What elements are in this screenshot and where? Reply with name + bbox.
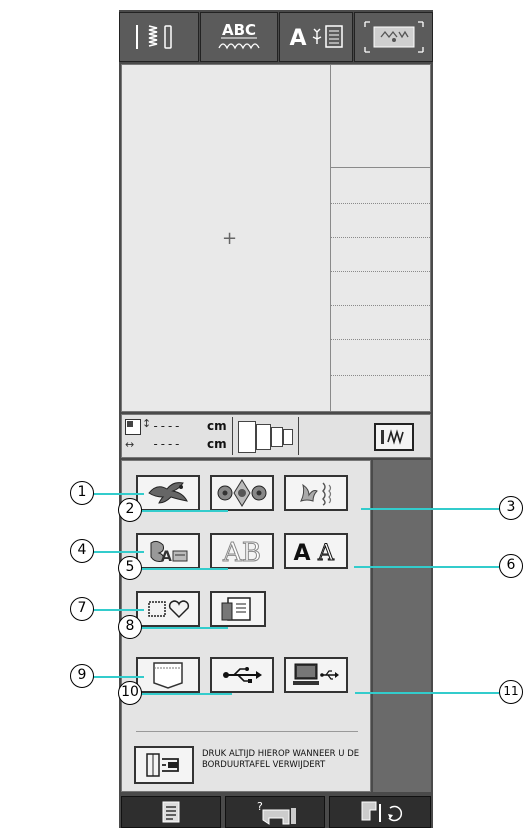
svg-text:A: A xyxy=(161,549,172,565)
embroidery-card-button[interactable] xyxy=(210,591,266,627)
callout-8: 8 xyxy=(118,615,142,639)
embroidery-preview-area: + xyxy=(121,64,431,412)
alphabet-bold-a: A xyxy=(293,541,310,566)
width-arrow-icon: ↔ xyxy=(125,438,135,451)
callout-line xyxy=(361,508,499,510)
pattern-size-bar: ↕ ↔ ---- cm ---- cm xyxy=(121,414,431,458)
callout-11: 11 xyxy=(499,680,523,704)
letter-a-label: A xyxy=(289,26,306,51)
flower-design-icon xyxy=(300,482,332,506)
alphabet-outline-a: A xyxy=(317,541,335,566)
width-unit: cm xyxy=(207,437,227,451)
callout-6: 6 xyxy=(499,554,523,578)
sewing-mode-button[interactable] xyxy=(374,423,414,451)
settings-list-icon xyxy=(162,801,180,823)
divider xyxy=(136,731,358,732)
remove-embroidery-unit-button[interactable] xyxy=(134,746,194,784)
hoop-size-icon xyxy=(238,421,256,453)
callout-3: 3 xyxy=(499,496,523,520)
info-divider xyxy=(331,375,430,376)
presser-foot-icon xyxy=(361,801,403,822)
callout-2: 2 xyxy=(118,498,142,522)
tab-embroidery[interactable] xyxy=(354,12,433,62)
computer-usb-button[interactable] xyxy=(284,657,348,693)
height-unit: cm xyxy=(207,419,227,433)
embroidery-unit-icon xyxy=(146,753,179,777)
machine-lcd-screen: ABC A + ↕ ↔ ---- cm ---- cm A AB A A DRU… xyxy=(119,10,433,828)
ab-label: AB xyxy=(222,538,261,566)
floral-alphabet-button[interactable] xyxy=(210,475,274,511)
preview-canvas: + xyxy=(122,65,331,411)
info-divider xyxy=(331,237,430,238)
bird-embroidery-icon xyxy=(148,482,188,504)
tab-character-decorative[interactable]: ABC xyxy=(200,12,278,62)
callout-line xyxy=(93,551,144,553)
stitch-pattern-icon xyxy=(136,25,172,49)
letter-embroidery-icon: A xyxy=(289,25,343,51)
alphabet-characters-button[interactable]: A A xyxy=(284,533,348,569)
help-button[interactable]: ? xyxy=(225,796,325,828)
callout-line xyxy=(140,693,232,695)
info-divider xyxy=(331,339,430,340)
callout-10: 10 xyxy=(118,681,142,705)
callout-line xyxy=(140,627,228,629)
machine-memory-button[interactable] xyxy=(136,657,200,693)
callout-7: 7 xyxy=(70,597,94,621)
callout-line xyxy=(140,510,228,512)
divider xyxy=(232,417,233,455)
info-divider xyxy=(331,167,430,168)
floral-pattern-icon xyxy=(217,479,267,507)
outline-letters-icon: AB xyxy=(222,538,262,567)
usb-icon xyxy=(223,667,262,683)
brother-exclusive-button[interactable]: A xyxy=(136,533,200,569)
callout-9: 9 xyxy=(70,664,94,688)
alphabet-icon: A A xyxy=(293,541,335,567)
pattern-size-icon xyxy=(125,419,141,435)
frame-patterns-button[interactable] xyxy=(136,591,200,627)
abc-character-icon: ABC xyxy=(218,21,260,50)
callout-line xyxy=(140,568,228,570)
info-divider xyxy=(331,271,430,272)
outline-alphabet-button[interactable]: AB xyxy=(210,533,274,569)
width-value: ---- xyxy=(152,437,181,451)
hoop-size-icon xyxy=(271,427,283,447)
preview-info-list xyxy=(331,65,430,411)
callout-4: 4 xyxy=(70,539,94,563)
hoop-size-icon xyxy=(256,424,271,450)
height-arrow-icon: ↕ xyxy=(142,417,152,430)
tab-embroidery-letters[interactable]: A xyxy=(279,12,353,62)
divider xyxy=(298,417,299,455)
hoop-size-icon xyxy=(283,429,293,445)
help-machine-icon: ? xyxy=(257,800,296,825)
presser-foot-button[interactable] xyxy=(329,796,431,828)
frame-heart-icon xyxy=(148,600,190,619)
callout-line xyxy=(93,493,144,495)
computer-usb-icon xyxy=(293,663,339,685)
callout-5: 5 xyxy=(118,556,142,580)
character-designs-button[interactable] xyxy=(284,475,348,511)
info-divider xyxy=(331,305,430,306)
remove-unit-instruction: DRUK ALTIJD HIEROP WANNEER U DE BORDUURT… xyxy=(202,749,360,770)
usb-media-button[interactable] xyxy=(210,657,274,693)
callout-line xyxy=(93,676,144,678)
pocket-memory-icon xyxy=(153,662,183,689)
settings-button[interactable] xyxy=(121,796,221,828)
help-question-mark: ? xyxy=(257,800,263,813)
zigzag-stitch-icon xyxy=(381,429,404,445)
callout-1: 1 xyxy=(70,481,94,505)
center-crosshair-icon: + xyxy=(222,228,238,249)
height-value: ---- xyxy=(152,419,181,433)
embroidery-hoop-icon xyxy=(363,21,424,53)
tab-stitch-patterns[interactable] xyxy=(119,12,199,62)
embroidery-patterns-button[interactable] xyxy=(136,475,200,511)
menu-side-panel xyxy=(373,460,431,792)
callout-line xyxy=(355,692,499,694)
info-divider xyxy=(331,203,430,204)
memory-card-icon xyxy=(221,597,251,621)
callout-line xyxy=(354,566,499,568)
appliqué-icon: A xyxy=(150,540,188,565)
abc-label: ABC xyxy=(222,21,256,39)
callout-line xyxy=(93,609,144,611)
